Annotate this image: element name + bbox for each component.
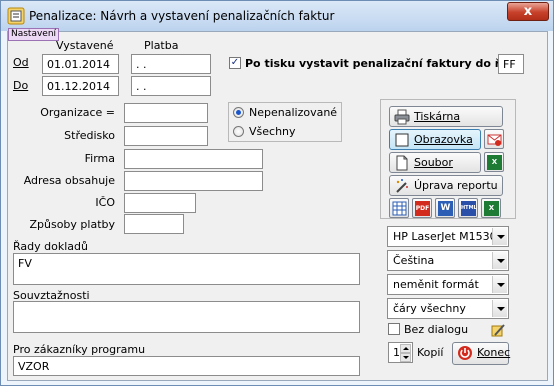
lines-select-value: čáry všechny bbox=[393, 302, 466, 315]
screen-icon bbox=[395, 133, 409, 147]
organizace-label: Organizace = bbox=[40, 106, 115, 119]
language-select-value: Čeština bbox=[393, 254, 435, 267]
stredisko-input[interactable] bbox=[124, 126, 208, 146]
chevron-down-icon[interactable] bbox=[492, 276, 507, 293]
word-export-button[interactable]: W bbox=[435, 198, 455, 218]
stredisko-label: Středisko bbox=[64, 129, 115, 142]
html-icon: HTML bbox=[461, 201, 477, 216]
chevron-down-icon[interactable] bbox=[492, 228, 507, 245]
adresa-label: Adresa obsahuje bbox=[23, 174, 115, 187]
organizace-input[interactable] bbox=[124, 103, 208, 123]
adresa-input[interactable] bbox=[124, 171, 263, 191]
firma-input[interactable] bbox=[124, 149, 263, 169]
obrazovka-label: Obrazovka bbox=[414, 133, 473, 146]
copies-value: 1 bbox=[393, 346, 400, 359]
dialog-window: Penalizace: Návrh a vystavení penalizačn… bbox=[0, 0, 554, 386]
nepenalizovane-radio[interactable] bbox=[233, 107, 244, 118]
pdf-export-button[interactable]: PDF bbox=[412, 198, 432, 218]
file-icon bbox=[396, 155, 408, 171]
close-button[interactable]: x bbox=[507, 2, 549, 21]
excel-icon-2: X bbox=[484, 201, 499, 216]
od-platba-input[interactable]: . . bbox=[131, 54, 211, 74]
pro-zakazniky-input[interactable]: VZOR bbox=[13, 356, 360, 376]
stepper-up-icon[interactable] bbox=[400, 344, 411, 353]
stepper-down-icon[interactable] bbox=[400, 353, 411, 362]
souvztaznosti-input[interactable] bbox=[13, 301, 360, 333]
tiskarna-button[interactable]: Tiskárna bbox=[389, 106, 503, 127]
title-bar[interactable]: Penalizace: Návrh a vystavení penalizačn… bbox=[1, 1, 553, 31]
nepenalizovane-label: Nepenalizované bbox=[249, 106, 338, 119]
pro-zakazniky-label: Pro zákazníky programu bbox=[13, 343, 146, 356]
od-vystavene-input[interactable]: 01.01.2014 bbox=[42, 54, 119, 74]
language-select[interactable]: Čeština bbox=[387, 250, 509, 271]
chevron-down-icon[interactable] bbox=[492, 300, 507, 317]
html-export-button[interactable]: HTML bbox=[458, 198, 478, 218]
lines-select[interactable]: čáry všechny bbox=[387, 298, 509, 319]
vsechny-radio[interactable] bbox=[233, 126, 244, 137]
settings-wrench-icon[interactable] bbox=[490, 322, 506, 338]
col-platba-label: Platba bbox=[144, 39, 179, 52]
email-icon bbox=[487, 134, 502, 146]
zpusoby-platby-label: Způsoby platby bbox=[29, 218, 115, 231]
word-icon: W bbox=[438, 201, 453, 216]
po-tisku-label: Po tisku vystavit penalizační faktury do… bbox=[245, 57, 523, 70]
email-button[interactable] bbox=[484, 129, 504, 149]
format-select-value: neměnit formát bbox=[393, 278, 479, 291]
pdf-icon: PDF bbox=[415, 201, 430, 216]
obrazovka-button[interactable]: Obrazovka bbox=[389, 129, 481, 150]
printer-select-value: HP LaserJet M1530 bbox=[393, 230, 497, 243]
chevron-down-icon[interactable] bbox=[492, 252, 507, 269]
power-icon bbox=[458, 346, 472, 360]
soubor-label: Soubor bbox=[414, 156, 453, 169]
ico-label: IČO bbox=[95, 196, 115, 209]
uprava-reportu-button[interactable]: Úprava reportu bbox=[389, 175, 503, 196]
rady-dokladu-input[interactable]: FV bbox=[13, 253, 360, 285]
uprava-reportu-label: Úprava reportu bbox=[414, 179, 498, 192]
od-label: Od bbox=[13, 56, 29, 69]
ico-input[interactable] bbox=[124, 193, 196, 213]
tiskarna-label: Tiskárna bbox=[414, 110, 461, 123]
excel-icon: X bbox=[487, 155, 502, 170]
bez-dialogu-label: Bez dialogu bbox=[404, 323, 469, 336]
dialog-body: Nastavení Vystavené Platba Od 01.01.2014… bbox=[7, 28, 548, 381]
format-select[interactable]: neměnit formát bbox=[387, 274, 509, 295]
zpusoby-platby-input[interactable] bbox=[124, 214, 184, 234]
do-platba-input[interactable]: . . bbox=[131, 76, 211, 96]
magic-wand-icon bbox=[396, 179, 408, 193]
po-tisku-rada-input[interactable]: FF bbox=[498, 54, 524, 74]
app-icon bbox=[7, 7, 25, 25]
kopii-label: Kopií bbox=[417, 346, 444, 359]
printer-select[interactable]: HP LaserJet M1530 bbox=[387, 226, 509, 247]
do-vystavene-input[interactable]: 01.12.2014 bbox=[42, 76, 119, 96]
printer-icon bbox=[394, 109, 410, 125]
po-tisku-checkbox[interactable]: ✓ bbox=[229, 57, 241, 69]
soubor-button[interactable]: Soubor bbox=[389, 152, 481, 173]
excel-export-button[interactable]: X bbox=[484, 152, 504, 172]
konec-button[interactable]: Konec bbox=[452, 342, 511, 365]
excel-export-button-2[interactable]: X bbox=[481, 198, 501, 218]
bez-dialogu-checkbox[interactable] bbox=[388, 323, 400, 335]
window-title: Penalizace: Návrh a vystavení penalizačn… bbox=[29, 9, 335, 23]
konec-label: Konec bbox=[477, 346, 511, 359]
grid-export-button[interactable] bbox=[389, 198, 409, 218]
firma-label: Firma bbox=[84, 152, 115, 165]
grid-icon bbox=[392, 201, 407, 216]
vsechny-label: Všechny bbox=[249, 125, 296, 138]
rady-dokladu-label: Řady dokladů bbox=[13, 240, 88, 253]
nastaveni-menu[interactable]: Nastavení bbox=[8, 28, 60, 41]
copies-stepper[interactable]: 1 bbox=[388, 342, 413, 363]
col-vystavene-label: Vystavené bbox=[56, 39, 114, 52]
do-label: Do bbox=[13, 79, 29, 92]
